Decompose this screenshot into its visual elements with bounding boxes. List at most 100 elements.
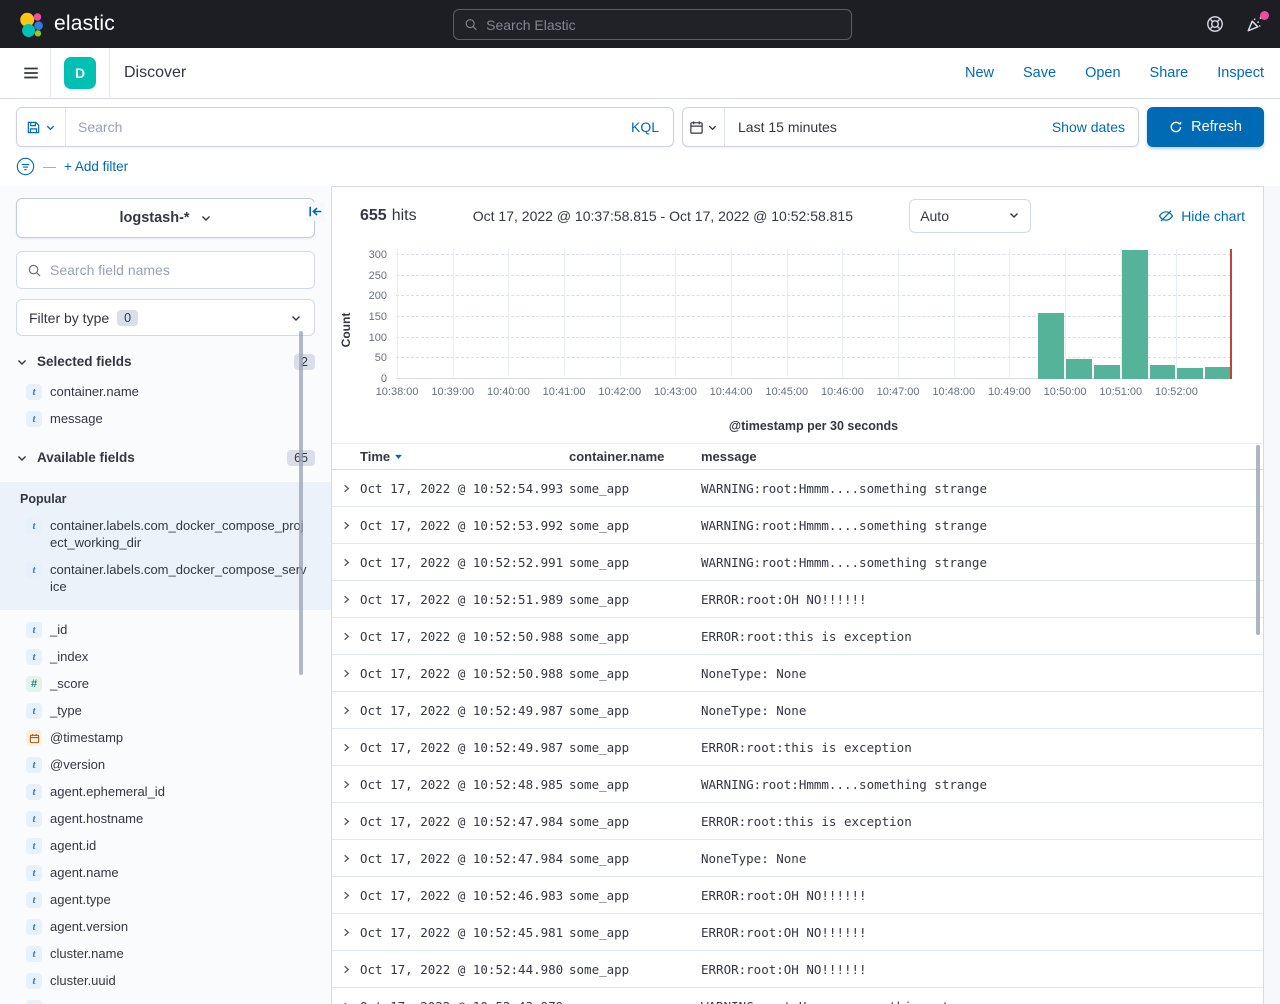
field-item[interactable]: t: [0, 994, 331, 1004]
calendar-menu-button[interactable]: [683, 108, 725, 146]
discover-app-badge[interactable]: D: [64, 57, 96, 89]
x-tick-label: 10:38:00: [376, 386, 419, 398]
container-name-column-header[interactable]: container.name: [569, 449, 701, 464]
expand-row-button[interactable]: [332, 668, 360, 679]
table-row: Oct 17, 2022 @ 10:52:49.987some_appNoneT…: [332, 692, 1263, 729]
news-popper-icon[interactable]: [1246, 15, 1264, 33]
field-item[interactable]: tcontainer.labels.com_docker_compose_pro…: [0, 512, 331, 556]
x-gridline: [787, 249, 788, 379]
field-item[interactable]: @timestamp: [0, 724, 331, 751]
time-range-value[interactable]: Last 15 minutes: [725, 119, 837, 135]
collapse-sidebar-button[interactable]: [306, 202, 325, 221]
help-icon[interactable]: [1206, 15, 1224, 33]
expand-row-button[interactable]: [332, 520, 360, 531]
y-gridline: [396, 357, 1231, 358]
table-row: Oct 17, 2022 @ 10:52:50.988some_appNoneT…: [332, 655, 1263, 692]
field-item[interactable]: tcluster.name: [0, 940, 331, 967]
field-search-box[interactable]: [16, 251, 315, 289]
sidebar-scrollbar[interactable]: [299, 331, 303, 675]
text-field-token: t: [26, 865, 42, 881]
kql-search-box: KQL: [16, 107, 674, 147]
histogram-bar[interactable]: [1094, 365, 1120, 379]
expand-row-button[interactable]: [332, 853, 360, 864]
x-tick-label: 10:42:00: [598, 386, 641, 398]
expand-row-icon: [341, 964, 352, 975]
field-search-input[interactable]: [50, 262, 304, 278]
query-search-input[interactable]: [66, 119, 617, 135]
saved-query-menu-button[interactable]: [17, 108, 66, 146]
menu-hamburger-icon[interactable]: [12, 58, 50, 88]
inspect-button[interactable]: Inspect: [1217, 65, 1264, 81]
selected-fields-list: tcontainer.nametmessage: [0, 378, 331, 432]
available-fields-header[interactable]: Available fields 65: [0, 447, 331, 468]
save-button[interactable]: Save: [1023, 65, 1056, 81]
field-item[interactable]: t@version: [0, 751, 331, 778]
histogram-bar[interactable]: [1205, 367, 1231, 379]
field-item[interactable]: tagent.version: [0, 913, 331, 940]
kql-language-button[interactable]: KQL: [617, 119, 673, 135]
expand-row-button[interactable]: [332, 927, 360, 938]
expand-row-button[interactable]: [332, 594, 360, 605]
filter-icon[interactable]: [16, 157, 35, 176]
popular-label: Popular: [0, 492, 331, 512]
field-item[interactable]: tmessage: [0, 405, 331, 432]
message-column-header[interactable]: message: [701, 449, 1263, 464]
field-item[interactable]: t_id: [0, 616, 331, 643]
field-item[interactable]: tcluster.uuid: [0, 967, 331, 994]
field-item[interactable]: tagent.id: [0, 832, 331, 859]
expand-row-button[interactable]: [332, 1001, 360, 1004]
global-search-box[interactable]: [453, 9, 852, 40]
field-item[interactable]: tcontainer.name: [0, 378, 331, 405]
table-scrollbar[interactable]: [1256, 445, 1260, 635]
expand-row-button[interactable]: [332, 964, 360, 975]
chevron-down-icon: [16, 356, 28, 368]
field-item[interactable]: tcontainer.labels.com_docker_compose_ser…: [0, 556, 331, 600]
row-container-name: some_app: [569, 888, 701, 903]
hits-label: hits: [392, 207, 417, 225]
expand-row-button[interactable]: [332, 890, 360, 901]
row-message: ERROR:root:this is exception: [701, 814, 1263, 829]
x-gridline: [731, 249, 732, 379]
y-gridline: [396, 337, 1231, 338]
open-button[interactable]: Open: [1085, 65, 1120, 81]
selected-fields-header[interactable]: Selected fields 2: [0, 351, 331, 372]
field-item[interactable]: tagent.name: [0, 859, 331, 886]
add-filter-button[interactable]: + Add filter: [64, 159, 128, 174]
field-item[interactable]: #_score: [0, 670, 331, 697]
global-search-input[interactable]: [486, 17, 841, 33]
expand-row-button[interactable]: [332, 631, 360, 642]
row-message: NoneType: None: [701, 666, 1263, 681]
expand-row-button[interactable]: [332, 705, 360, 716]
field-item[interactable]: tagent.ephemeral_id: [0, 778, 331, 805]
field-name: agent.type: [50, 891, 111, 908]
new-button[interactable]: New: [965, 65, 994, 81]
histogram-bar[interactable]: [1150, 365, 1176, 379]
row-container-name: some_app: [569, 666, 701, 681]
field-item[interactable]: tagent.type: [0, 886, 331, 913]
row-message: WARNING:root:Hmmm....something strange: [701, 518, 1263, 533]
y-gridline: [396, 295, 1231, 296]
filter-by-type-select[interactable]: Filter by type 0: [16, 299, 315, 336]
filter-by-type-count: 0: [117, 310, 138, 326]
text-field-token: t: [26, 973, 42, 989]
field-item[interactable]: tagent.hostname: [0, 805, 331, 832]
expand-row-button[interactable]: [332, 557, 360, 568]
histogram-bar[interactable]: [1122, 250, 1148, 379]
refresh-button[interactable]: Refresh: [1147, 107, 1264, 147]
field-item[interactable]: t_index: [0, 643, 331, 670]
expand-row-button[interactable]: [332, 483, 360, 494]
histogram-interval-select[interactable]: Auto: [909, 199, 1031, 233]
sort-by-time-button[interactable]: Time: [360, 449, 403, 464]
histogram-bar[interactable]: [1066, 359, 1092, 379]
field-item[interactable]: t_type: [0, 697, 331, 724]
expand-row-button[interactable]: [332, 742, 360, 753]
expand-row-button[interactable]: [332, 779, 360, 790]
show-dates-button[interactable]: Show dates: [1052, 119, 1138, 135]
histogram-bar[interactable]: [1177, 368, 1203, 379]
expand-row-button[interactable]: [332, 816, 360, 827]
hide-chart-button[interactable]: Hide chart: [1158, 208, 1245, 224]
elastic-logo[interactable]: elastic: [16, 10, 115, 38]
index-pattern-select[interactable]: logstash-*: [16, 198, 315, 238]
histogram-bar[interactable]: [1038, 313, 1064, 379]
share-button[interactable]: Share: [1150, 65, 1189, 81]
